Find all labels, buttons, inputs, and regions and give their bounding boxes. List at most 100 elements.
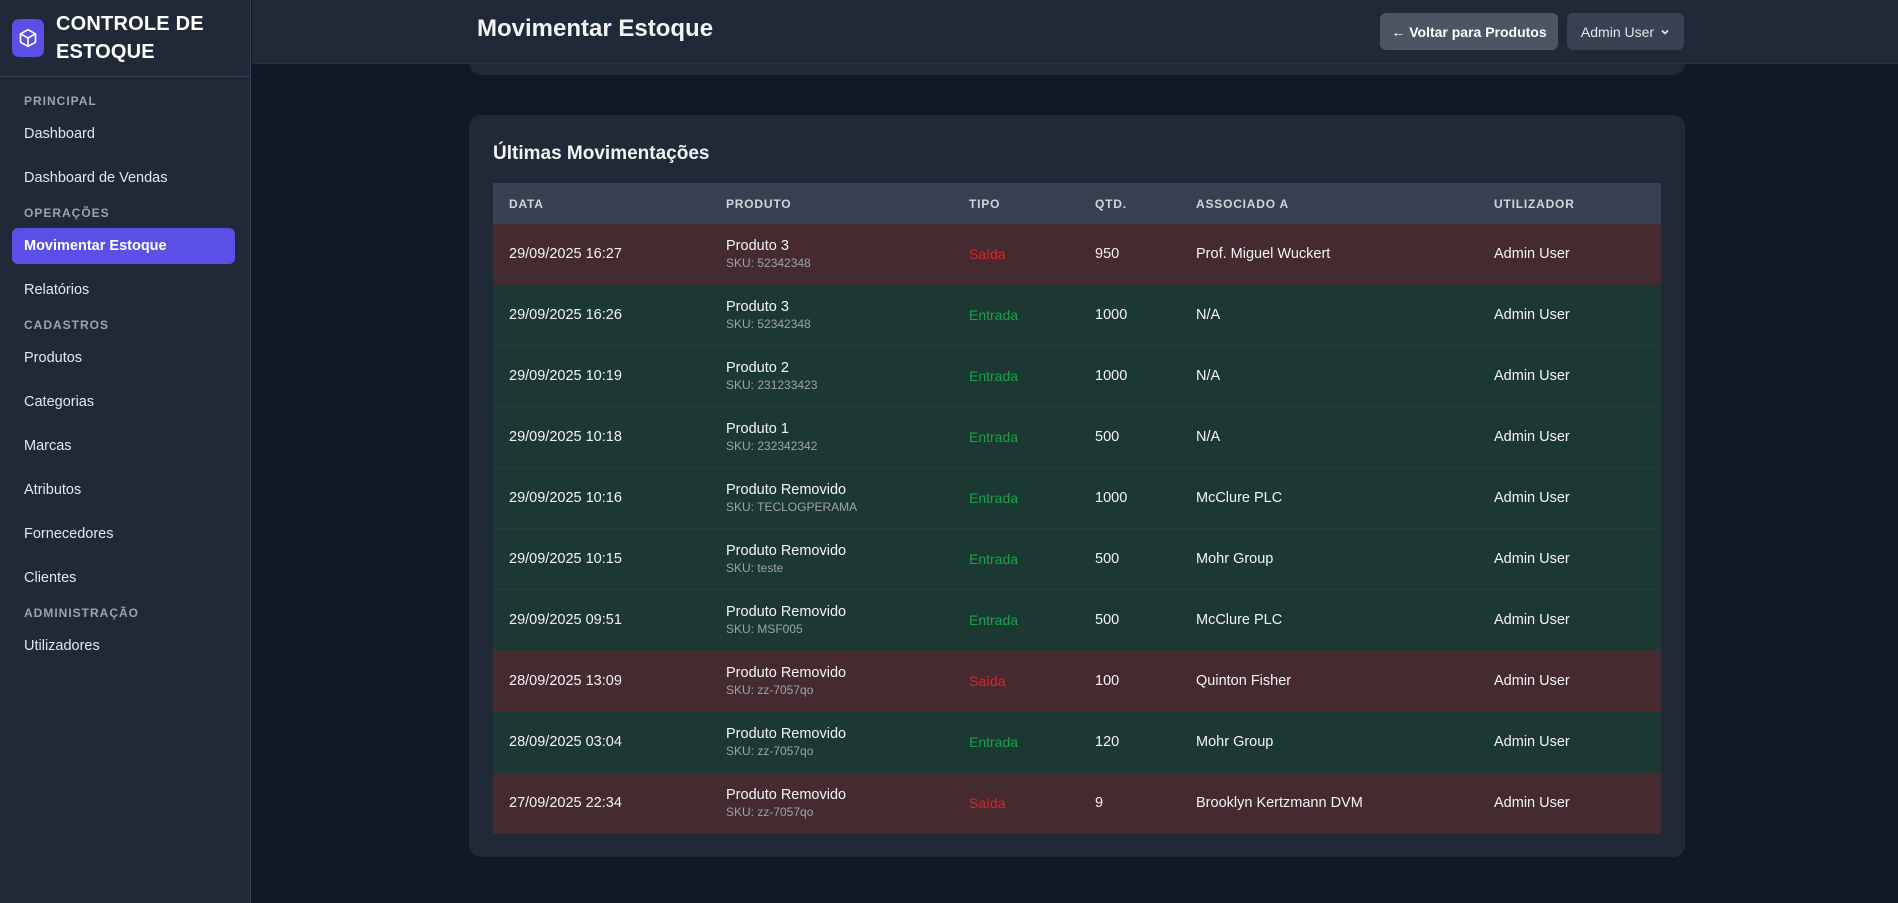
table-row: 29/09/2025 16:26 Produto 3 SKU: 52342348 En… [493, 285, 1661, 346]
user-name: Admin User [1580, 23, 1655, 40]
movements-title: Últimas Movimentações [493, 143, 710, 164]
product-sku: SKU: MSF005 [726, 622, 803, 636]
page-title: Movimentar Estoque [477, 15, 714, 42]
cell-date: 29/09/2025 16:26 [509, 307, 622, 323]
cell-user: Admin User [1494, 307, 1570, 323]
cell-product: Produto Removido SKU: zz-7057qo [726, 664, 969, 698]
sidebar-item-relatorios[interactable]: Relatórios [12, 272, 235, 308]
table-row: 29/09/2025 09:51 Produto Removido SKU: MSF… [493, 590, 1661, 651]
col-utilizador: UTILIZADOR [1494, 196, 1575, 211]
col-produto: PRODUTO [726, 196, 792, 211]
cell-date: 29/09/2025 09:51 [509, 612, 622, 628]
cell-user: Admin User [1494, 551, 1570, 567]
cell-qty: 1000 [1095, 368, 1128, 384]
cell-qty: 1000 [1095, 490, 1128, 506]
table-row: 28/09/2025 13:09 Produto Removido SKU: zz-… [493, 651, 1661, 712]
cell-qty: 120 [1095, 734, 1120, 750]
brand-line-1: CONTROLE DE [56, 13, 204, 35]
cell-type: Entrada [969, 551, 1019, 567]
sidebar-item-marcas[interactable]: Marcas [12, 428, 235, 464]
cell-associated: Prof. Miguel Wuckert [1196, 246, 1331, 262]
product-sku: SKU: 52342348 [726, 256, 811, 270]
cell-product: Produto Removido SKU: zz-7057qo [726, 786, 969, 820]
cell-date: 29/09/2025 10:18 [509, 429, 622, 445]
product-name: Produto Removido [726, 482, 847, 498]
cell-user: Admin User [1494, 734, 1570, 750]
brand[interactable]: CONTROLE DE ESTOQUE [0, 0, 250, 77]
cell-date: 28/09/2025 13:09 [509, 673, 622, 689]
cell-associated: Mohr Group [1196, 551, 1274, 567]
cell-qty: 500 [1095, 551, 1120, 567]
cell-qty: 950 [1095, 246, 1120, 262]
product-sku: SKU: TECLOGPERAMA [726, 500, 858, 514]
cell-associated: McClure PLC [1196, 490, 1283, 506]
cell-associated: McClure PLC [1196, 612, 1283, 628]
movements-card: Últimas Movimentações DATA PRODUTO TIPO … [469, 115, 1685, 857]
cell-type: Entrada [969, 490, 1019, 506]
cell-type: Entrada [969, 734, 1019, 750]
product-name: Produto 1 [726, 421, 789, 437]
table-row: 29/09/2025 10:16 Produto Removido SKU: TEC… [493, 468, 1661, 529]
cell-qty: 9 [1095, 795, 1104, 811]
product-sku: SKU: zz-7057qo [726, 744, 814, 758]
back-to-products-button[interactable]: ← Voltar para Produtos [1380, 13, 1558, 50]
sidebar-item-produtos[interactable]: Produtos [12, 340, 235, 376]
table-row: 29/09/2025 10:19 Produto 2 SKU: 231233423 E… [493, 346, 1661, 407]
cell-date: 29/09/2025 10:16 [509, 490, 622, 506]
table-row: 27/09/2025 22:34 Produto Removido SKU: zz-… [493, 773, 1661, 834]
product-name: Produto Removido [726, 543, 847, 559]
col-associado: ASSOCIADO A [1196, 196, 1290, 211]
sidebar-item-utilizadores[interactable]: Utilizadores [12, 628, 235, 664]
table-row: 28/09/2025 03:04 Produto Removido SKU: zz-… [493, 712, 1661, 773]
cell-associated: Mohr Group [1196, 734, 1274, 750]
sidebar-item-dashboard-vendas[interactable]: Dashboard de Vendas [12, 160, 235, 196]
cell-user: Admin User [1494, 673, 1570, 689]
cell-product: Produto Removido SKU: zz-7057qo [726, 725, 969, 759]
cell-qty: 500 [1095, 429, 1120, 445]
product-name: Produto Removido [726, 726, 847, 742]
cell-associated: Quinton Fisher [1196, 673, 1292, 689]
cell-type: Entrada [969, 429, 1019, 445]
cell-product: Produto 2 SKU: 231233423 [726, 359, 969, 393]
table-header: DATA PRODUTO TIPO QTD. ASSOCIADO A UTILI… [493, 183, 1661, 224]
user-menu-button[interactable]: Admin User [1567, 13, 1684, 50]
cell-type: Saída [969, 246, 1006, 262]
product-sku: SKU: 231233423 [726, 378, 818, 392]
chevron-down-icon [1661, 29, 1669, 35]
col-qtd: QTD. [1095, 196, 1127, 211]
product-name: Produto 2 [726, 360, 789, 376]
sidebar: CONTROLE DE ESTOQUE PRINCIPAL Dashboard … [0, 0, 251, 903]
product-sku: SKU: 232342342 [726, 439, 818, 453]
cell-date: 28/09/2025 03:04 [509, 734, 622, 750]
sidebar-item-atributos[interactable]: Atributos [12, 472, 235, 508]
cell-date: 29/09/2025 16:27 [509, 246, 622, 262]
cell-date: 29/09/2025 10:15 [509, 551, 622, 567]
col-data: DATA [509, 196, 544, 211]
cell-associated: N/A [1196, 368, 1221, 384]
cell-user: Admin User [1494, 246, 1570, 262]
sidebar-item-movimentar-estoque[interactable]: Movimentar Estoque [12, 228, 235, 264]
section-principal: PRINCIPAL [24, 94, 97, 108]
cell-user: Admin User [1494, 429, 1570, 445]
sidebar-item-dashboard[interactable]: Dashboard [12, 116, 235, 152]
cell-type: Entrada [969, 307, 1019, 323]
sidebar-item-categorias[interactable]: Categorias [12, 384, 235, 420]
table-row: 29/09/2025 10:15 Produto Removido SKU: tes… [493, 529, 1661, 590]
cell-product: Produto 3 SKU: 52342348 [726, 298, 969, 332]
product-name: Produto Removido [726, 787, 847, 803]
sidebar-item-fornecedores[interactable]: Fornecedores [12, 516, 235, 552]
top-header: Movimentar Estoque ← Voltar para Produto… [252, 0, 1898, 64]
sidebar-item-clientes[interactable]: Clientes [12, 560, 235, 596]
cell-associated: Brooklyn Kertzmann DVM [1196, 795, 1363, 811]
product-sku: SKU: 52342348 [726, 317, 811, 331]
product-sku: SKU: zz-7057qo [726, 683, 814, 697]
product-name: Produto Removido [726, 665, 847, 681]
section-cadastros: CADASTROS [24, 318, 110, 332]
cell-product: Produto Removido SKU: MSF005 [726, 603, 969, 637]
brand-line-2: ESTOQUE [56, 41, 155, 63]
cell-product: Produto Removido SKU: TECLOGPERAMA [726, 481, 969, 515]
product-sku: SKU: zz-7057qo [726, 805, 814, 819]
cell-date: 29/09/2025 10:19 [509, 368, 622, 384]
movements-table: DATA PRODUTO TIPO QTD. ASSOCIADO A UTILI… [493, 183, 1661, 834]
section-administracao: ADMINISTRAÇÃO [24, 606, 139, 620]
